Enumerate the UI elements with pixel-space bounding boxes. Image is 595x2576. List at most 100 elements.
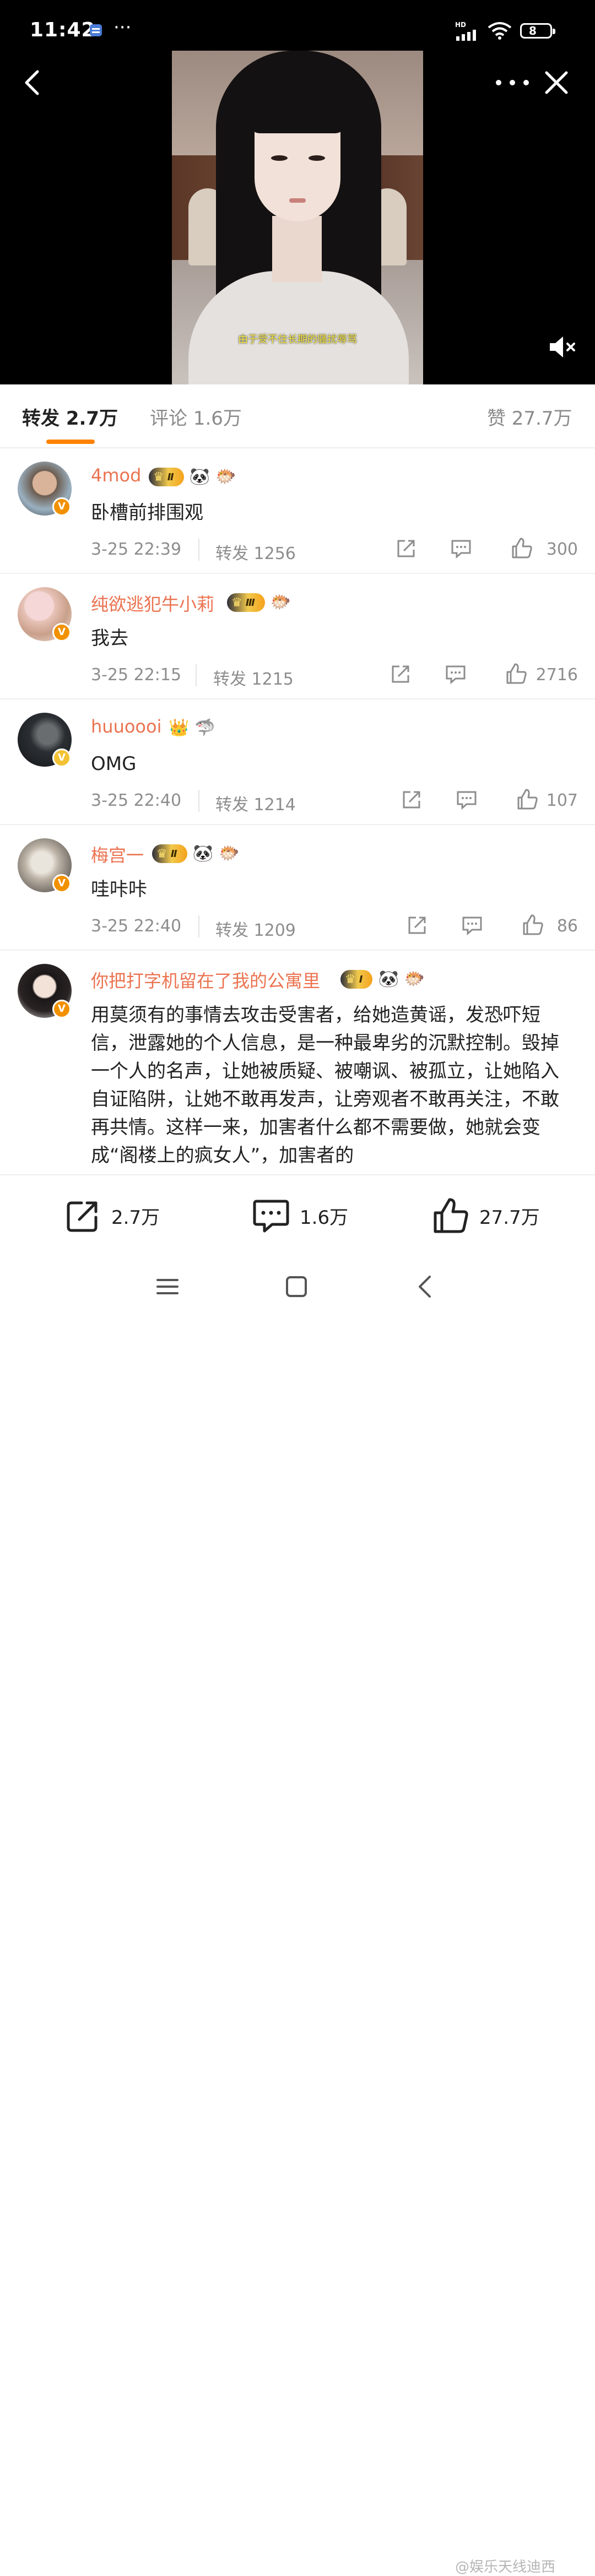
comment-icon[interactable] xyxy=(449,536,473,561)
repost-action-button[interactable]: 2.7万 xyxy=(65,1196,160,1235)
repost-meta: 3-25 22:40 转发 1214 107 xyxy=(91,788,581,815)
like-action-button[interactable]: 27.7万 xyxy=(433,1196,540,1235)
share-icon[interactable] xyxy=(405,913,429,937)
repost-date: 3-25 22:15 xyxy=(91,665,182,685)
tab-likes[interactable]: 赞 27.7万 xyxy=(487,403,572,430)
panda-badge-icon: 🐼 xyxy=(378,969,399,989)
repost-date: 3-25 22:39 xyxy=(91,540,182,559)
vip-crown-badge-icon: ♛ Ⅱ xyxy=(149,468,184,486)
like-count: 2716 xyxy=(536,665,578,685)
like-count: 86 xyxy=(556,916,578,936)
bottom-action-bar: 2.7万 1.6万 27.7万 xyxy=(0,1174,595,1257)
meta-divider xyxy=(198,915,199,937)
video-header: 11:42 ··· HD 8 由于受不住长期的骚扰辱骂 xyxy=(0,0,595,384)
panda-badge-icon: 🐼 xyxy=(192,844,213,863)
user-name[interactable]: 纯欲逃犯牛小莉 xyxy=(91,590,214,616)
user-name[interactable]: 4mod xyxy=(91,465,141,486)
video-person-eye xyxy=(309,155,325,161)
crown-badge-icon: 👑 xyxy=(169,718,190,737)
back-button[interactable] xyxy=(17,66,50,99)
user-badges: ♛ Ⅲ 🐡 xyxy=(227,592,291,614)
share-icon[interactable] xyxy=(399,788,424,812)
video-person-lips xyxy=(289,198,306,203)
share-icon[interactable] xyxy=(388,662,413,686)
repost-content: 用莫须有的事情去攻击受害者，给她造黄谣，发恐吓短信，泄露她的个人信息，是一种最卑… xyxy=(91,1004,559,1167)
status-time: 11:42 xyxy=(30,19,96,41)
repost-item[interactable]: V 4mod ♛ Ⅱ 🐼 🐡 卧槽前排围观 3-25 22:39 转发 1256 … xyxy=(0,448,595,574)
repost-count: 转发 1214 xyxy=(215,795,296,815)
repost-action-count: 2.7万 xyxy=(111,1206,160,1229)
repost-item[interactable]: V huuoooi 👑 🦈 OMG 3-25 22:40 转发 1214 107 xyxy=(0,699,595,825)
repost-list: V 4mod ♛ Ⅱ 🐼 🐡 卧槽前排围观 3-25 22:39 转发 1256 … xyxy=(0,448,595,1173)
share-icon[interactable] xyxy=(394,536,418,561)
battery-level: 8 xyxy=(529,24,537,37)
tab-reposts[interactable]: 转发 2.7万 xyxy=(22,403,118,430)
like-count: 107 xyxy=(546,791,578,810)
repost-item[interactable]: V 梅宫一 ♛ Ⅱ 🐼 🐡 哇咔咔 3-25 22:40 转发 1209 86 xyxy=(0,825,595,951)
shark-badge-icon: 🦈 xyxy=(194,718,215,737)
comment-action-count: 1.6万 xyxy=(300,1206,349,1229)
like-action-count: 27.7万 xyxy=(479,1206,540,1229)
home-icon[interactable] xyxy=(285,1276,307,1298)
verified-badge-icon: V xyxy=(52,497,71,516)
like-count: 300 xyxy=(546,540,578,559)
battery-icon: 8 xyxy=(520,23,555,39)
wifi-icon xyxy=(488,22,512,40)
like-icon[interactable] xyxy=(504,662,528,686)
comment-icon[interactable] xyxy=(460,913,484,937)
like-icon[interactable] xyxy=(515,788,539,812)
repost-item[interactable]: V 纯欲逃犯牛小莉 ♛ Ⅲ 🐡 我去 3-25 22:15 转发 1215 271… xyxy=(0,574,595,699)
like-icon[interactable] xyxy=(510,536,534,561)
pufferfish-badge-icon: 🐡 xyxy=(215,467,236,486)
verified-badge-icon: V xyxy=(52,623,71,642)
vip-level: Ⅱ xyxy=(170,848,177,860)
meta-divider xyxy=(198,539,199,561)
vip-crown-badge-icon: ♛ Ⅲ xyxy=(227,593,265,612)
repost-date: 3-25 22:40 xyxy=(91,916,182,936)
repost-meta: 3-25 22:40 转发 1209 86 xyxy=(91,913,581,941)
menu-icon[interactable] xyxy=(156,1276,178,1298)
vip-level: Ⅲ xyxy=(245,596,255,609)
network-type-label: HD xyxy=(455,21,467,29)
verified-badge-icon: V xyxy=(52,749,71,767)
user-name[interactable]: 你把打字机留在了我的公寓里 xyxy=(91,967,320,993)
repost-content: 卧槽前排围观 xyxy=(91,502,203,524)
video-person-neck xyxy=(272,216,322,282)
repost-date: 3-25 22:40 xyxy=(91,791,182,810)
like-icon[interactable] xyxy=(521,913,545,937)
tab-comments[interactable]: 评论 1.6万 xyxy=(150,403,242,430)
comment-icon[interactable] xyxy=(455,788,479,812)
comment-bubble-icon xyxy=(253,1200,289,1233)
video-player[interactable]: 由于受不住长期的骚扰辱骂 xyxy=(172,51,423,384)
repost-content: OMG xyxy=(91,753,137,775)
user-name[interactable]: huuoooi xyxy=(91,716,161,737)
repost-content: 哇咔咔 xyxy=(91,878,147,901)
repost-icon xyxy=(67,1201,98,1232)
active-tab-indicator xyxy=(46,440,95,444)
vip-level: Ⅱ xyxy=(167,471,174,483)
more-options-button[interactable] xyxy=(493,69,532,96)
thumbs-up-icon xyxy=(434,1198,468,1233)
signal-icon xyxy=(456,30,476,41)
repost-meta: 3-25 22:39 转发 1256 300 xyxy=(91,536,581,564)
user-badges: ♛ Ⅱ 🐼 🐡 xyxy=(152,843,239,865)
verified-badge-icon: V xyxy=(52,874,71,893)
repost-meta: 3-25 22:15 转发 1215 2716 xyxy=(91,662,581,690)
repost-content: 我去 xyxy=(91,627,128,649)
back-nav-icon[interactable] xyxy=(414,1275,436,1299)
user-badges: ♛ Ⅰ 🐼 🐡 xyxy=(340,968,425,990)
user-name[interactable]: 梅宫一 xyxy=(91,842,144,867)
pufferfish-badge-icon: 🐡 xyxy=(270,593,291,612)
comment-icon[interactable] xyxy=(443,662,468,686)
pufferfish-badge-icon: 🐡 xyxy=(218,844,240,863)
user-badges: 👑 🦈 xyxy=(169,717,215,739)
repost-count: 转发 1215 xyxy=(213,670,294,689)
pufferfish-badge-icon: 🐡 xyxy=(404,969,425,989)
repost-item[interactable]: V 你把打字机留在了我的公寓里 ♛ Ⅰ 🐼 🐡 用莫须有的事情去攻击受害者，给她造… xyxy=(0,951,595,1173)
vip-level: Ⅰ xyxy=(359,973,363,985)
close-button[interactable] xyxy=(540,66,573,99)
vip-crown-badge-icon: ♛ Ⅰ xyxy=(340,970,373,989)
comment-action-button[interactable]: 1.6万 xyxy=(252,1196,348,1235)
watermark: @娱乐天线迪西 xyxy=(455,2559,556,2575)
mute-toggle-button[interactable] xyxy=(548,333,578,361)
